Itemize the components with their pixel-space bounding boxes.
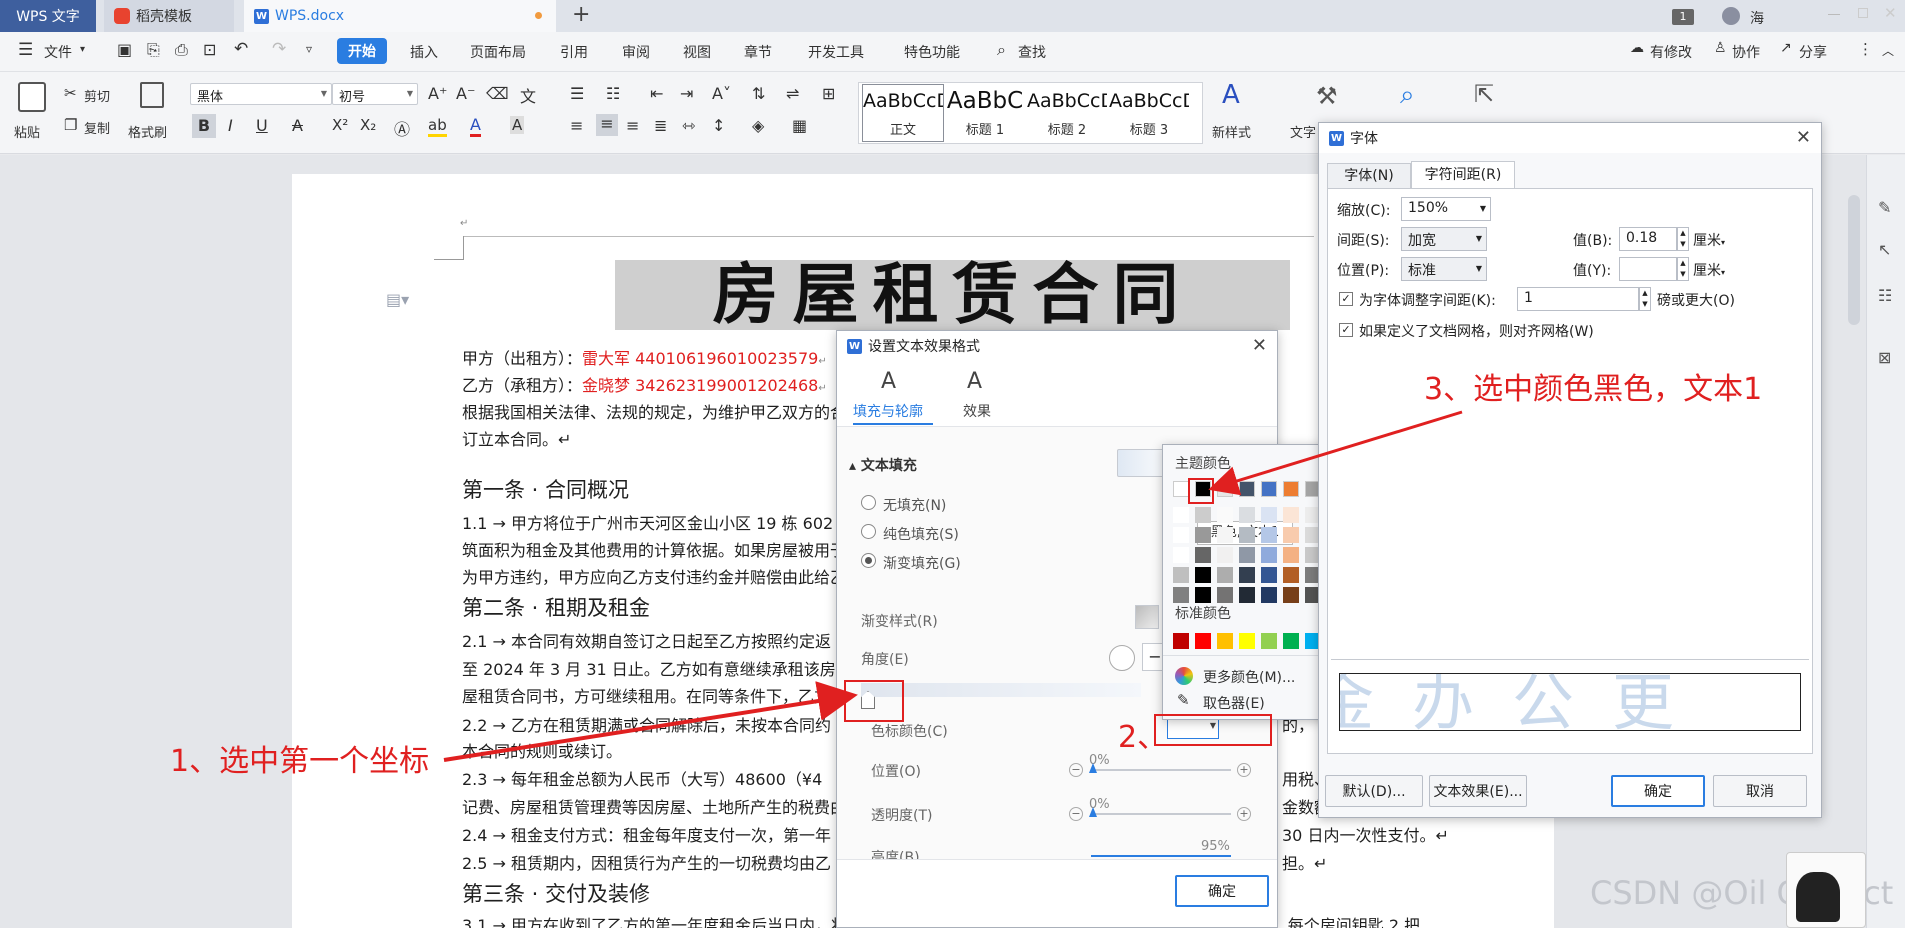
arrow-step3 — [1208, 410, 1463, 496]
annotation-step3: 3、选中颜色黑色，文本1 — [1424, 364, 1763, 408]
annotation-arrows — [443, 410, 1463, 762]
arrow-step1 — [443, 681, 858, 762]
cat-avatar-icon — [1796, 872, 1840, 922]
annotation-step1: 1、选中第一个坐标 — [170, 744, 430, 779]
annotation-step2: 2、 — [1118, 720, 1168, 755]
